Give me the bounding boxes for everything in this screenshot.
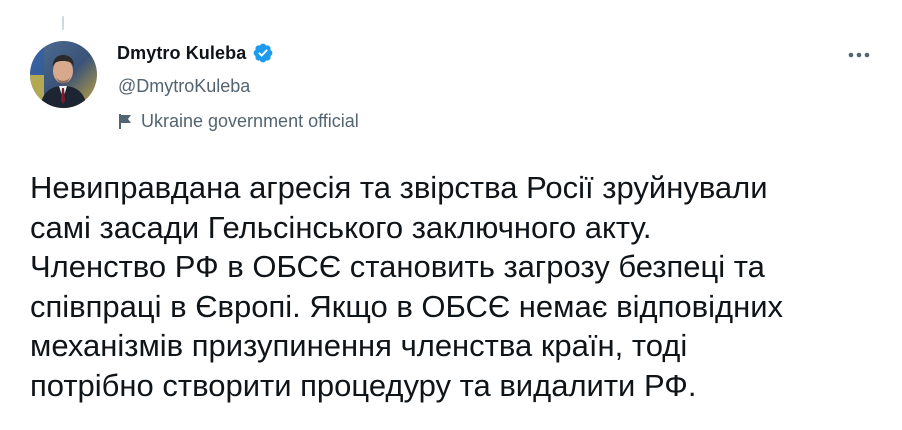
tweet-text: Невиправдана агресія та звірства Росії з… — [30, 168, 890, 405]
tweet-text-line: потрібно створити процедуру та видалити … — [30, 367, 697, 403]
more-options-button[interactable] — [844, 40, 874, 70]
government-label[interactable]: Ukraine government official — [118, 111, 359, 132]
tweet-text-line: Невиправдана агресія та звірства Росії з… — [30, 170, 768, 205]
tweet-text-line: механізмів призупинення членства країн, … — [30, 328, 688, 363]
government-label-text: Ukraine government official — [141, 111, 359, 131]
more-options-icon — [848, 52, 870, 58]
author-name-row[interactable]: Dmytro Kuleba — [117, 42, 274, 64]
verified-badge-icon — [252, 42, 274, 64]
avatar-photo — [30, 41, 97, 108]
tweet-text-line: самі засади Гельсінського заключного акт… — [30, 209, 652, 245]
flag-icon — [118, 113, 133, 130]
tweet-text-line: співпраці в Європі. Якщо в ОБСЄ немає ві… — [30, 288, 784, 324]
author-display-name[interactable]: Dmytro Kuleba — [117, 43, 246, 64]
author-handle[interactable]: @DmytroKuleba — [118, 76, 250, 97]
thread-connector-line — [62, 16, 64, 30]
avatar[interactable] — [30, 41, 97, 108]
tweet-text-line: Членство РФ в ОБСЄ становить загрозу без… — [30, 249, 765, 284]
